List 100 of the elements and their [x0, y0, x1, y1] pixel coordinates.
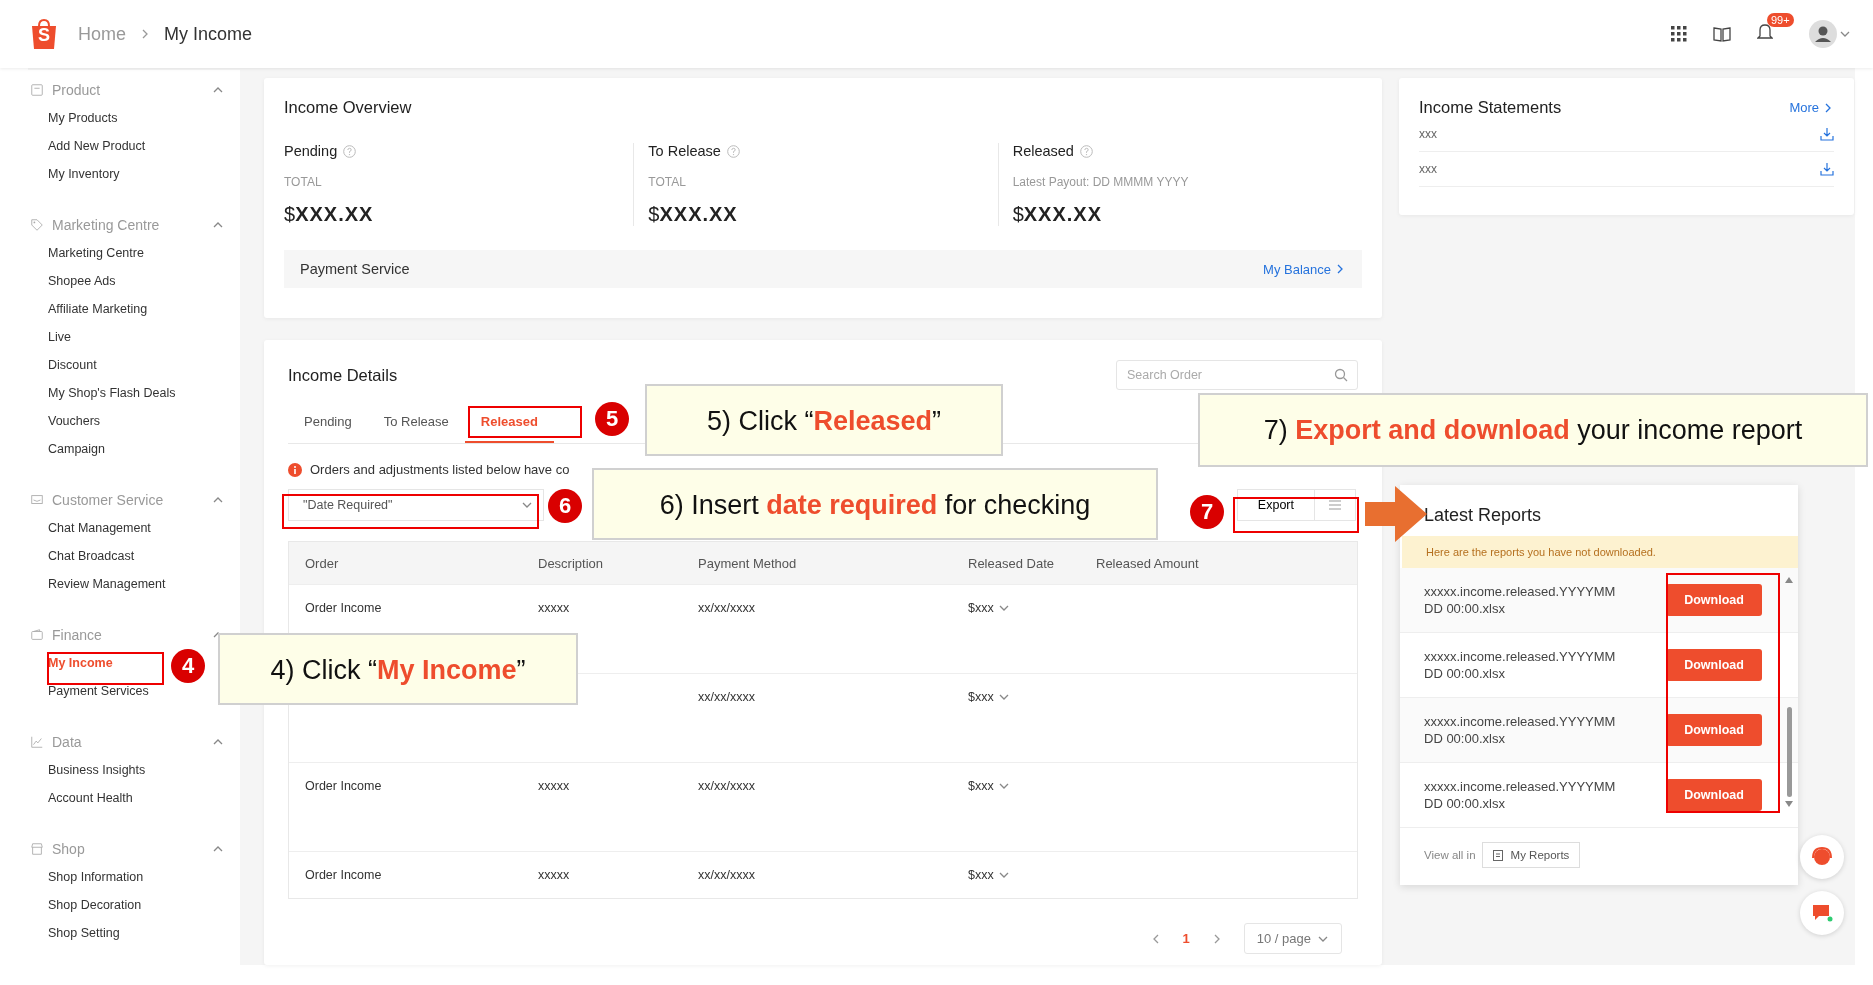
reports-notice: Here are the reports you have not downloaded.: [1402, 536, 1798, 568]
menu-icon: [1328, 499, 1342, 511]
table-cell: xx/xx/xxxx: [698, 868, 755, 882]
download-icon[interactable]: [1820, 162, 1834, 176]
bell-icon[interactable]: [1757, 23, 1773, 41]
notice-text: Orders and adjustments listed below have co: [310, 462, 570, 477]
scrollbar-thumb[interactable]: [1786, 707, 1792, 797]
report-file-name: xxxxx.income.released.YYYYMM DD 00:00.xlsx: [1424, 583, 1617, 617]
scroll-up-icon[interactable]: [1785, 577, 1793, 583]
view-all-label: View all in: [1424, 849, 1476, 861]
sidebar-item[interactable]: Shop Decoration: [48, 891, 142, 919]
book-icon[interactable]: [1713, 26, 1731, 42]
info-icon: [288, 462, 302, 477]
sidebar-item[interactable]: Vouchers: [48, 407, 101, 435]
tab[interactable]: Released: [464, 402, 554, 443]
sidebar-item[interactable]: Live: [48, 323, 71, 351]
metric-sublabel: TOTAL: [284, 175, 323, 189]
card-title: Income Statements: [1419, 98, 1562, 117]
sidebar-item[interactable]: My Products: [48, 104, 118, 132]
metric-amount: $XXX.XX: [1012, 203, 1104, 226]
card-title: Income Details: [288, 365, 398, 385]
sidebar-item[interactable]: My Inventory: [48, 160, 120, 188]
logo-letter: S: [38, 25, 50, 47]
more-link[interactable]: More: [1789, 100, 1834, 115]
statement-name: xxx: [1419, 162, 1437, 176]
box-icon: [30, 83, 44, 97]
payment-service-label: Payment Service: [300, 261, 410, 277]
report-file-name: xxxxx.income.released.YYYYMM DD 00:00.xlsx: [1424, 713, 1617, 747]
chat-icon: [30, 493, 44, 507]
callout-text: 6) Insert date required for checking: [659, 490, 1091, 521]
metric-label: To Release: [648, 143, 721, 159]
sidebar-item[interactable]: Shop Information: [48, 863, 144, 891]
table-cell: xx/xx/xxxx: [698, 690, 755, 704]
sidebar-item[interactable]: Chat Broadcast: [48, 542, 135, 570]
notification-badge: 99+: [1767, 13, 1794, 27]
sidebar-item[interactable]: Review Management: [48, 570, 166, 598]
sidebar-item[interactable]: Marketing Centre: [48, 239, 144, 267]
column-header: Released Amount: [1095, 555, 1200, 571]
page-number[interactable]: 1: [1182, 931, 1190, 946]
sidebar-item[interactable]: My Shop's Flash Deals: [48, 379, 176, 407]
metric-sublabel: TOTAL: [648, 175, 687, 189]
table-cell: xx/xx/xxxx: [698, 779, 755, 793]
sidebar-item[interactable]: Affiliate Marketing: [48, 295, 148, 323]
sidebar-item[interactable]: Chat Management: [48, 514, 151, 542]
table-cell: xxxxx: [538, 601, 570, 615]
chart-icon: [30, 735, 44, 749]
report-file-name: xxxxx.income.released.YYYYMM DD 00:00.xlsx: [1424, 648, 1617, 682]
table-cell: xx/xx/xxxx: [698, 601, 755, 615]
download-button[interactable]: Download: [1666, 714, 1762, 746]
table-cell: Order Income: [305, 601, 382, 615]
shop-icon: [30, 842, 44, 856]
sidebar-item[interactable]: Payment Services: [48, 677, 149, 705]
callout-text: 4) Click “My Income”: [270, 655, 526, 686]
apps-grid-icon[interactable]: [1671, 26, 1687, 42]
date-select[interactable]: "Date Required": [288, 489, 544, 521]
table-cell: Order Income: [305, 868, 382, 882]
my-reports-button[interactable]: My Reports: [1481, 842, 1581, 868]
avatar-icon[interactable]: [1809, 20, 1837, 48]
sidebar-item[interactable]: Shop Setting: [48, 919, 120, 947]
table-cell: $xxx: [968, 779, 994, 793]
clipboard-icon: [1492, 849, 1503, 861]
scroll-down-icon[interactable]: [1785, 801, 1793, 807]
search-field[interactable]: Search Order: [1116, 360, 1358, 390]
download-button[interactable]: Download: [1666, 779, 1762, 811]
table-cell: $xxx: [968, 690, 994, 704]
metric-amount: $XXX.XX: [648, 203, 739, 226]
table-cell: xxxxx: [538, 779, 570, 793]
arrow-shape: [1365, 486, 1427, 542]
tab[interactable]: To Release: [367, 402, 465, 443]
headset-icon: [1811, 846, 1833, 868]
table-cell: $xxx: [968, 601, 994, 615]
popover-title: Latest Reports: [1423, 504, 1543, 527]
table-cell: xxxxx: [538, 868, 570, 882]
wallet-icon: [30, 628, 44, 642]
sidebar-item[interactable]: Add New Product: [48, 132, 146, 160]
sidebar-item[interactable]: Account Health: [48, 784, 133, 812]
column-header: Released Date: [967, 555, 1055, 571]
sidebar-item[interactable]: Discount: [48, 351, 97, 379]
sidebar-item[interactable]: Business Insights: [48, 756, 146, 784]
my-balance-link[interactable]: My Balance: [1263, 261, 1346, 277]
shopping-bag-icon[interactable]: [30, 18, 58, 50]
sidebar-item[interactable]: Shopee Ads: [48, 267, 116, 295]
report-file-name: xxxxx.income.released.YYYYMM DD 00:00.xlsx: [1424, 778, 1617, 812]
download-button[interactable]: Download: [1666, 649, 1762, 681]
page-size-select[interactable]: 10 / page: [1243, 923, 1342, 954]
metric-sublabel: Latest Payout: DD MMMM YYYY: [1012, 175, 1190, 189]
metric-amount: $XXX.XX: [284, 203, 375, 226]
download-icon[interactable]: [1820, 127, 1834, 141]
breadcrumb-current: My Income: [164, 23, 253, 45]
sidebar-item[interactable]: My Income: [48, 649, 113, 677]
column-header: Payment Method: [697, 555, 798, 571]
metric-label: Pending: [284, 143, 338, 159]
column-header: Order: [304, 555, 340, 571]
sidebar-item[interactable]: Campaign: [48, 435, 105, 463]
chevron-right-icon: [140, 28, 150, 40]
download-button[interactable]: Download: [1666, 584, 1762, 616]
column-header: Description: [537, 555, 605, 571]
table-cell: $xxx: [968, 868, 994, 882]
statement-name: xxx: [1419, 127, 1437, 141]
tab[interactable]: Pending: [288, 402, 368, 443]
